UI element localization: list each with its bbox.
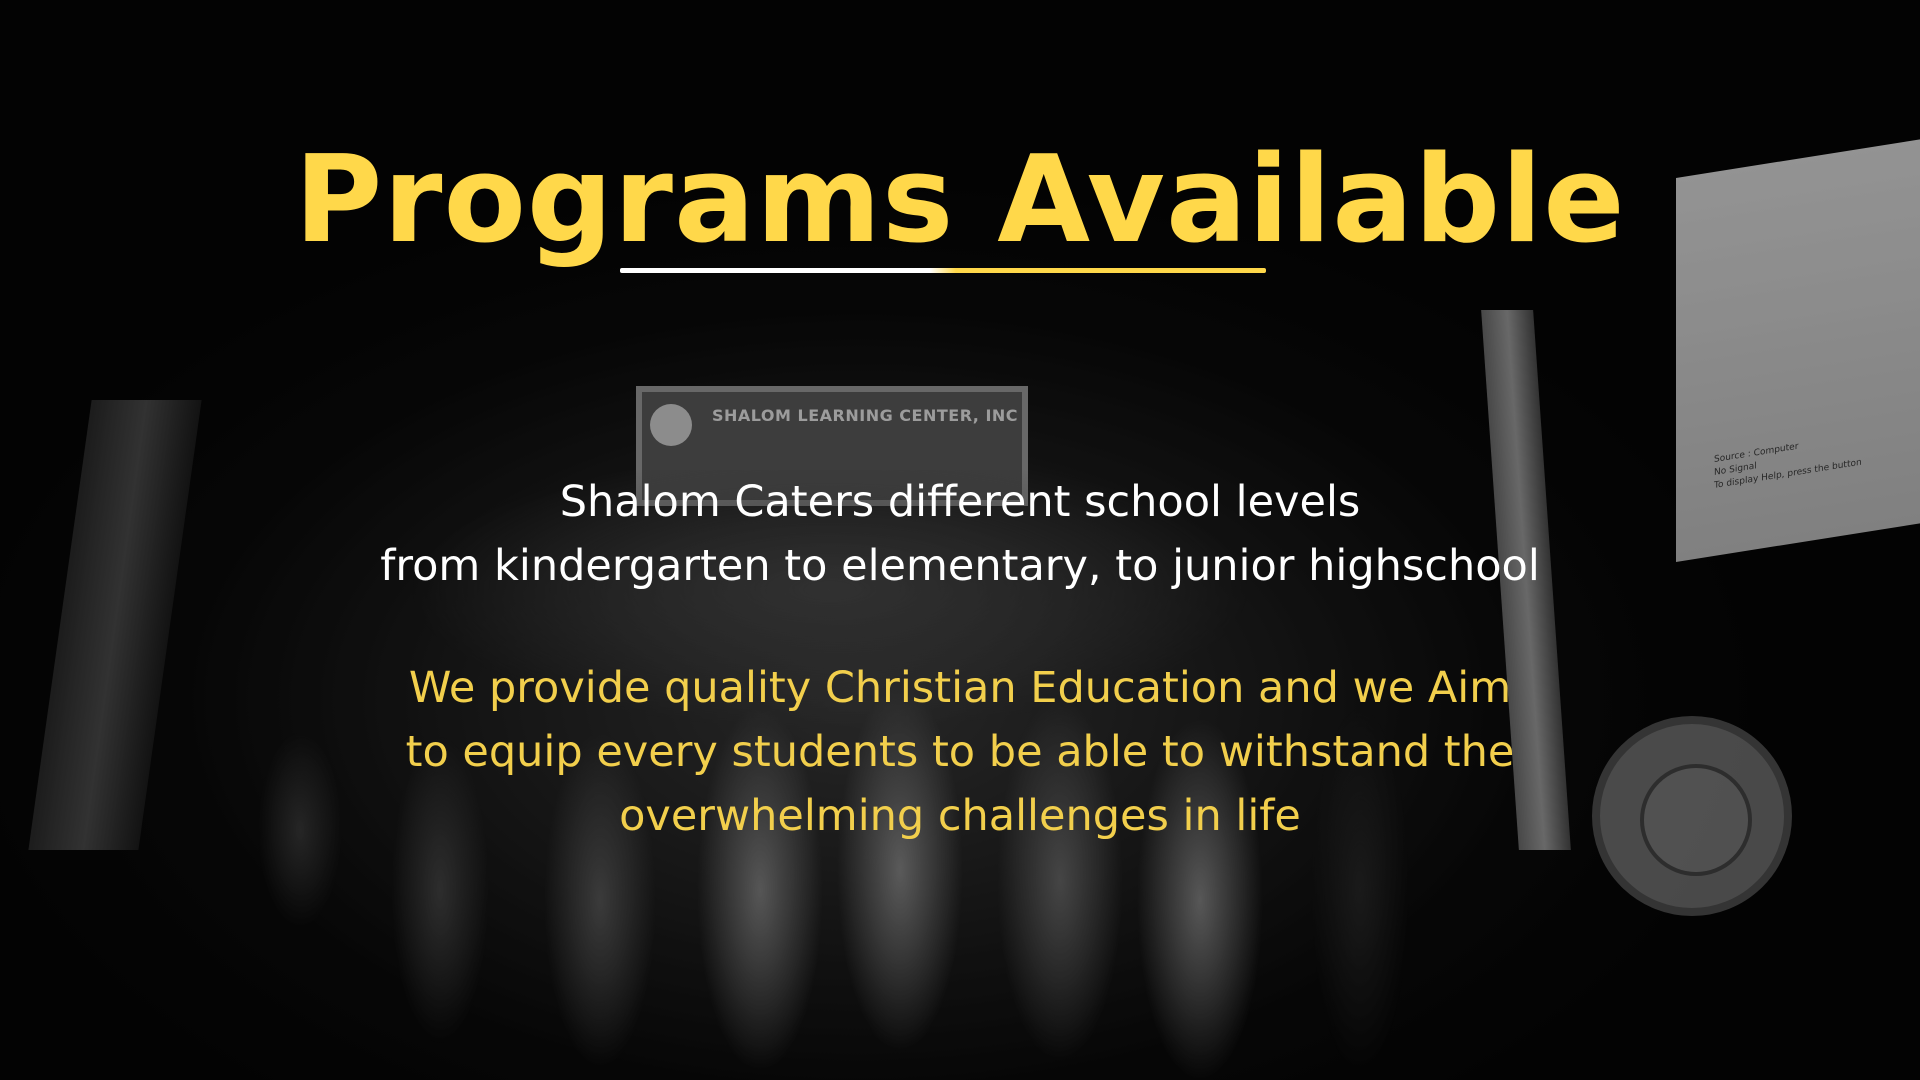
school-levels-text: Shalom Caters different school levels fr… (0, 470, 1920, 598)
title-underline (620, 268, 1266, 273)
slide: SHALOM LEARNING CENTER, INC Source : Com… (0, 0, 1920, 1080)
mission-line: to equip every students to be able to wi… (405, 727, 1515, 777)
mission-line: We provide quality Christian Education a… (408, 663, 1512, 713)
mission-statement: We provide quality Christian Education a… (0, 656, 1920, 848)
mission-line: overwhelming challenges in life (619, 791, 1301, 841)
page-title: Programs Available (294, 131, 1626, 270)
school-levels-line: from kindergarten to elementary, to juni… (380, 541, 1540, 591)
school-levels-line: Shalom Caters different school levels (559, 477, 1361, 527)
